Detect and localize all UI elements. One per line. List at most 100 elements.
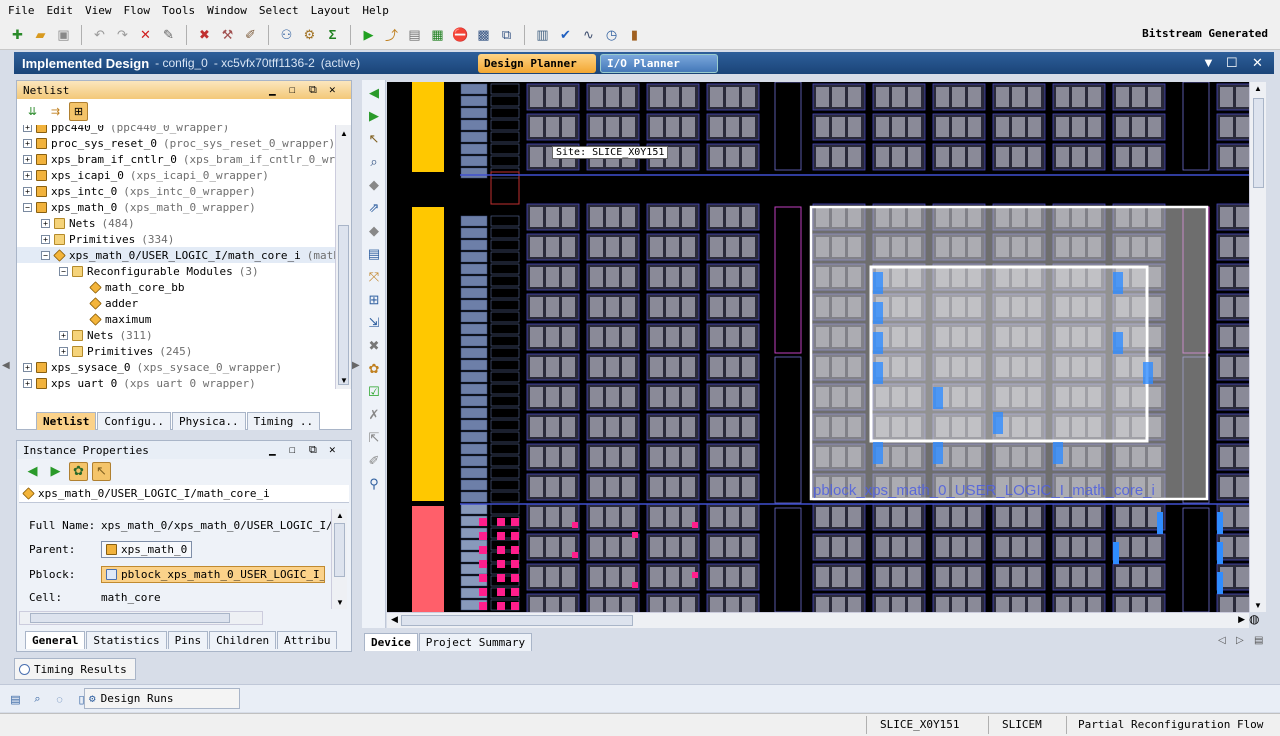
tab-configu[interactable]: Configu..	[97, 412, 171, 430]
settings-icon[interactable]: ⚙	[300, 25, 319, 44]
netlist-row-nets[interactable]: + Nets (484)	[17, 215, 347, 231]
route-icon[interactable]: ⇗	[364, 198, 384, 218]
float-icon[interactable]: ⧉	[309, 443, 317, 457]
tab-general[interactable]: General	[25, 631, 86, 649]
back-arrow-icon[interactable]: ◀	[23, 462, 42, 481]
maximize-icon[interactable]: ☐	[1226, 55, 1238, 71]
chart-icon[interactable]: ▮	[625, 25, 644, 44]
properties-hscrollbar[interactable]	[19, 611, 263, 625]
forward-arrow-icon[interactable]: ▶	[364, 106, 384, 126]
device-vscrollbar[interactable]: ▲ ▼	[1249, 82, 1266, 612]
collapse-all-icon[interactable]: ⇊	[23, 102, 42, 121]
log-icon[interactable]: ◌	[50, 690, 69, 709]
expander-icon[interactable]: +	[23, 138, 32, 148]
tab-io-planner[interactable]: I/O Planner	[600, 54, 718, 73]
parent-link[interactable]: xps_math_0	[101, 541, 193, 558]
tab-children[interactable]: Children	[209, 631, 277, 649]
netlist-row-maximum[interactable]: maximum	[17, 311, 347, 327]
messages-icon[interactable]: ⌕	[28, 690, 47, 709]
pin-icon[interactable]: ✐	[241, 25, 260, 44]
tab-design-planner[interactable]: Design Planner	[478, 54, 596, 73]
tab-nav-left-icon[interactable]: ◁	[1218, 635, 1226, 646]
select-icon[interactable]: ↖	[364, 129, 384, 149]
menu-layout[interactable]: Layout	[307, 4, 359, 17]
bitgen-icon[interactable]: ▦	[428, 25, 447, 44]
netlist-row-xps-uart-0[interactable]: + xps_uart_0 (xps_uart_0_wrapper)	[17, 375, 347, 389]
expander-icon[interactable]: +	[23, 378, 32, 388]
tab-timing[interactable]: Timing ..	[246, 412, 321, 430]
wire-icon[interactable]: ✗	[364, 405, 384, 425]
netlist-row-primitives[interactable]: + Primitives (245)	[17, 343, 347, 359]
netlist-row-proc-sys-reset-0[interactable]: + proc_sys_reset_0 (proc_sys_reset_0_wrapp…	[17, 135, 347, 151]
menu-select[interactable]: Select	[255, 4, 307, 17]
tab-list-icon[interactable]: ▤	[1254, 635, 1263, 646]
netlist-row-math-core-bb[interactable]: math_core_bb	[17, 279, 347, 295]
close-icon[interactable]: ✕	[329, 443, 336, 456]
tab-project-summary[interactable]: Project Summary	[418, 633, 533, 651]
fix-icon[interactable]: ⚒	[218, 25, 237, 44]
design-runs-tab[interactable]: ⚙ Design Runs	[84, 688, 240, 709]
timing-results-tab[interactable]: Timing Results	[14, 658, 136, 680]
chip-icon[interactable]: ▩	[474, 25, 493, 44]
tab-pins[interactable]: Pins	[167, 631, 209, 649]
forward-arrow-icon[interactable]: ▶	[46, 462, 65, 481]
drag-icon[interactable]: ✐	[364, 451, 384, 471]
tab-netlist[interactable]: Netlist	[36, 412, 97, 430]
chevron-down-icon[interactable]: ▼	[1202, 55, 1215, 70]
device-hscrollbar[interactable]: ◀ ▶	[387, 612, 1249, 628]
properties-scrollbar[interactable]: ▲ ▼	[331, 509, 347, 609]
expander-icon[interactable]: −	[59, 266, 68, 276]
tcl-console-icon[interactable]: ▤	[6, 690, 25, 709]
menu-tools[interactable]: Tools	[158, 4, 203, 17]
menu-edit[interactable]: Edit	[43, 4, 82, 17]
device-view[interactable]: Site: SLICE_X0Y151 pblock_xps_math_0_USE…	[387, 82, 1249, 612]
save-icon[interactable]: ▣	[54, 25, 73, 44]
tab-statistics[interactable]: Statistics	[86, 631, 167, 649]
netlist-row-reconfigurable-modules[interactable]: − Reconfigurable Modules (3)	[17, 263, 347, 279]
netlist-row-ppc440-0[interactable]: + ppc440_0 (ppc440_0_wrapper)	[17, 125, 347, 135]
netlist-scrollbar[interactable]: ▲ ▼	[335, 125, 351, 389]
resize-icon[interactable]: ⇱	[364, 428, 384, 448]
netlist-row-xps-icapi-0[interactable]: + xps_icapi_0 (xps_icapi_0_wrapper)	[17, 167, 347, 183]
expander-icon[interactable]: −	[41, 250, 50, 260]
tab-nav-right-icon[interactable]: ▷	[1236, 635, 1244, 646]
restore-icon[interactable]: ☐	[289, 443, 296, 456]
netlist-row-nets[interactable]: + Nets (311)	[17, 327, 347, 343]
device-fabric[interactable]	[387, 82, 1249, 612]
unfix-icon[interactable]: ✖	[364, 336, 384, 356]
float-icon[interactable]: ⧉	[309, 83, 317, 97]
expander-icon[interactable]: +	[23, 170, 32, 180]
expander-icon[interactable]: +	[59, 346, 68, 356]
menu-file[interactable]: File	[4, 4, 43, 17]
close-icon[interactable]: ✕	[1252, 55, 1263, 71]
expander-icon[interactable]: +	[59, 330, 68, 340]
minimize-icon[interactable]: ▁	[269, 83, 276, 96]
show-hierarchy-icon[interactable]: ⊞	[69, 101, 88, 121]
pblock-link[interactable]: pblock_xps_math_0_USER_LOGIC_I_ma	[101, 566, 325, 583]
zoom-icon[interactable]: ⌕	[364, 152, 384, 172]
expand-all-icon[interactable]: ⇉	[46, 102, 65, 121]
netlist-row-xps-intc-0[interactable]: + xps_intc_0 (xps_intc_0_wrapper)	[17, 183, 347, 199]
menu-window[interactable]: Window	[203, 4, 255, 17]
highlight-icon[interactable]: ✿	[69, 461, 88, 481]
properties-icon[interactable]: ✎	[159, 25, 178, 44]
report-icon[interactable]: ▤	[405, 25, 424, 44]
menu-view[interactable]: View	[81, 4, 120, 17]
select-icon[interactable]: ↖	[92, 461, 111, 481]
run-step-icon[interactable]: ⤴	[382, 25, 401, 44]
restore-icon[interactable]: ☐	[289, 83, 296, 96]
netlist-row-xps-sysace-0[interactable]: + xps_sysace_0 (xps_sysace_0_wrapper)	[17, 359, 347, 375]
tab-physica[interactable]: Physica..	[171, 412, 246, 430]
unplace-icon[interactable]: ✖	[195, 25, 214, 44]
netlist-row-primitives[interactable]: + Primitives (334)	[17, 231, 347, 247]
cancel-run-icon[interactable]: ⛔	[451, 25, 470, 44]
back-arrow-icon[interactable]: ◀	[364, 83, 384, 103]
check-icon[interactable]: ✔	[556, 25, 575, 44]
move-icon[interactable]: ⇲	[364, 313, 384, 333]
tab-attribu[interactable]: Attribu	[277, 631, 338, 649]
expander-icon[interactable]: +	[41, 234, 50, 244]
hierarchy-icon[interactable]: ⚇	[277, 25, 296, 44]
netlist-row-xps-math-0-user-logic-i-math-core-i[interactable]: − xps_math_0/USER_LOGIC_I/math_core_i (mat…	[17, 247, 347, 263]
expander-icon[interactable]: −	[23, 202, 32, 212]
expander-icon[interactable]: +	[23, 362, 32, 372]
